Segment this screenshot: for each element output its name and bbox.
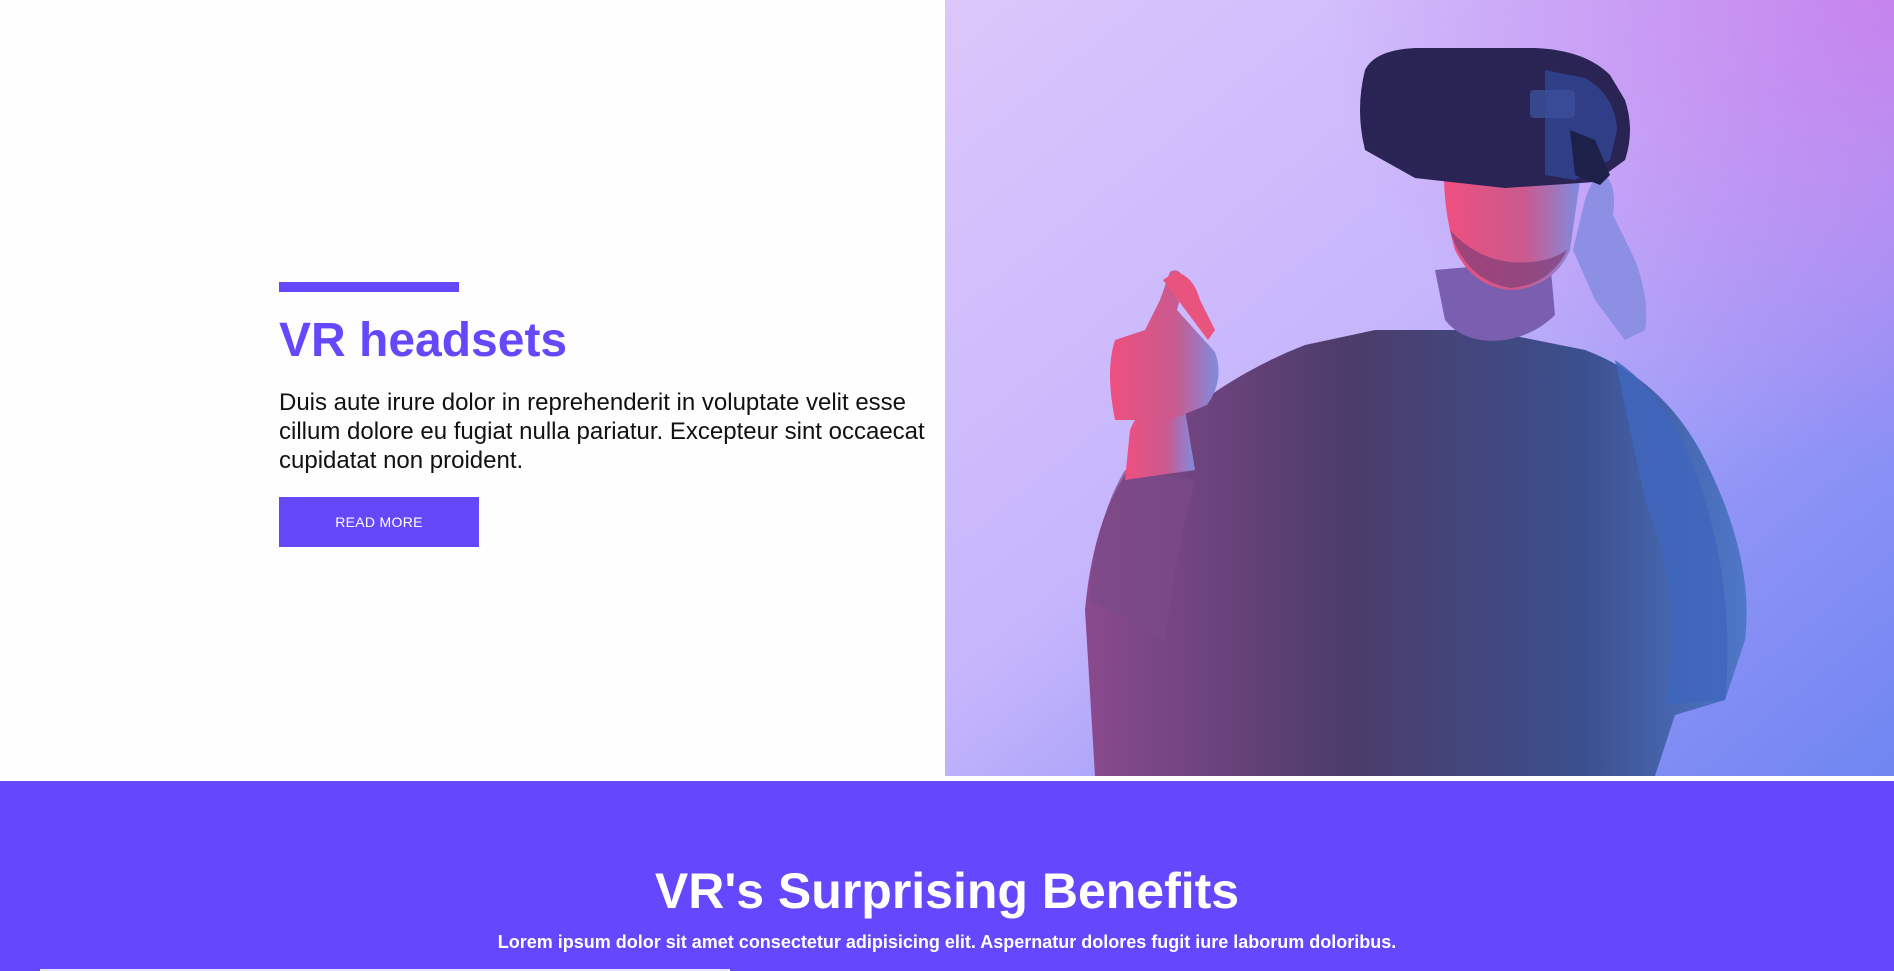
- hero-section: VR headsets Duis aute irure dolor in rep…: [0, 0, 1894, 778]
- hero-image: [945, 0, 1894, 776]
- benefits-section: VR's Surprising Benefits Lorem ipsum dol…: [0, 781, 1894, 971]
- accent-bar: [279, 282, 459, 292]
- hero-description: Duis aute irure dolor in reprehenderit i…: [279, 389, 925, 474]
- read-more-button[interactable]: READ MORE: [279, 497, 479, 547]
- benefits-subtitle: Lorem ipsum dolor sit amet consectetur a…: [497, 932, 1397, 952]
- benefits-title: VR's Surprising Benefits: [654, 863, 1240, 919]
- vr-person-illustration: [945, 0, 1894, 776]
- hero-title: VR headsets: [279, 314, 568, 367]
